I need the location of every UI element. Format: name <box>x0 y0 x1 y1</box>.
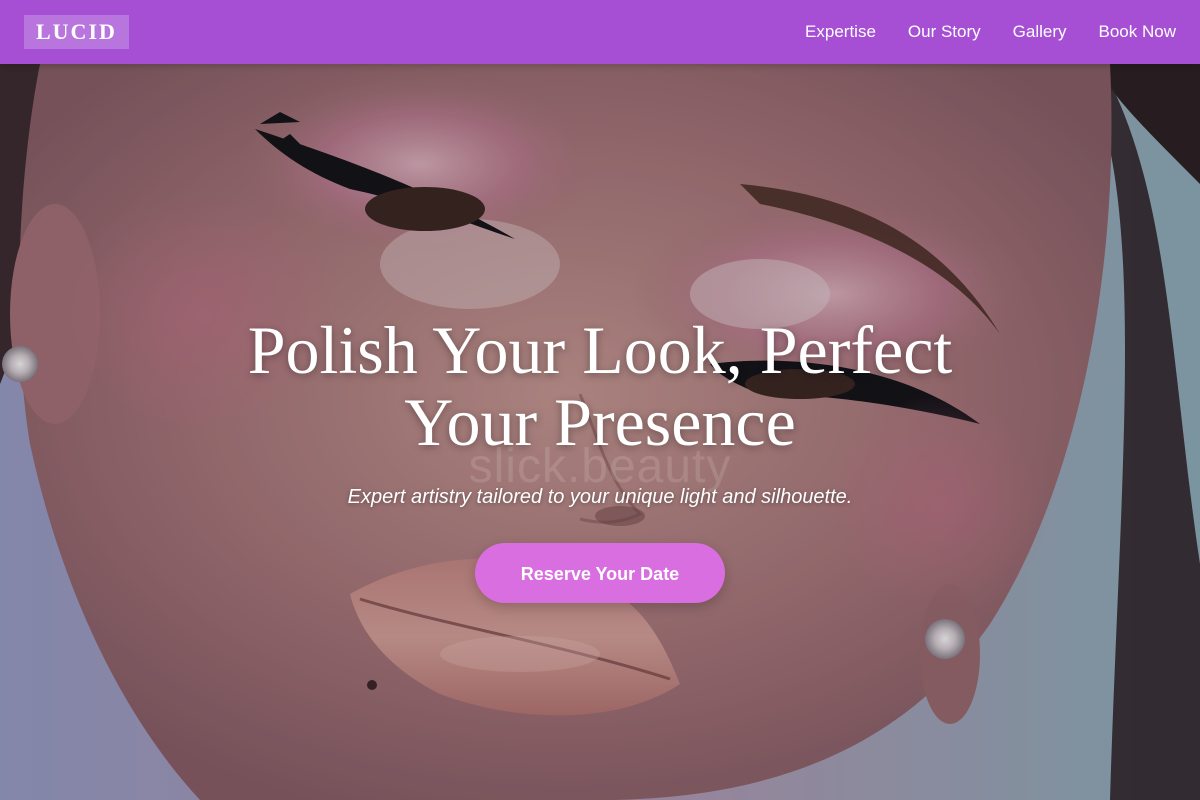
nav-link-gallery[interactable]: Gallery <box>1013 22 1067 42</box>
nav-menu: Expertise Our Story Gallery Book Now <box>805 22 1176 42</box>
navbar: LUCID Expertise Our Story Gallery Book N… <box>0 0 1200 64</box>
reserve-date-button[interactable]: Reserve Your Date <box>475 543 725 603</box>
hero-title: Polish Your Look, Perfect Your Presence <box>247 312 953 460</box>
nav-link-book-now[interactable]: Book Now <box>1099 22 1176 42</box>
landing-page: LUCID Expertise Our Story Gallery Book N… <box>0 0 1200 800</box>
nav-link-our-story[interactable]: Our Story <box>908 22 981 42</box>
hero-section: slick.beauty Polish Your Look, Perfect Y… <box>0 64 1200 800</box>
nav-link-expertise[interactable]: Expertise <box>805 22 876 42</box>
hero-content: Polish Your Look, Perfect Your Presence … <box>0 314 1200 603</box>
brand-logo[interactable]: LUCID <box>24 15 129 49</box>
hero-subtitle: Expert artistry tailored to your unique … <box>347 486 853 508</box>
